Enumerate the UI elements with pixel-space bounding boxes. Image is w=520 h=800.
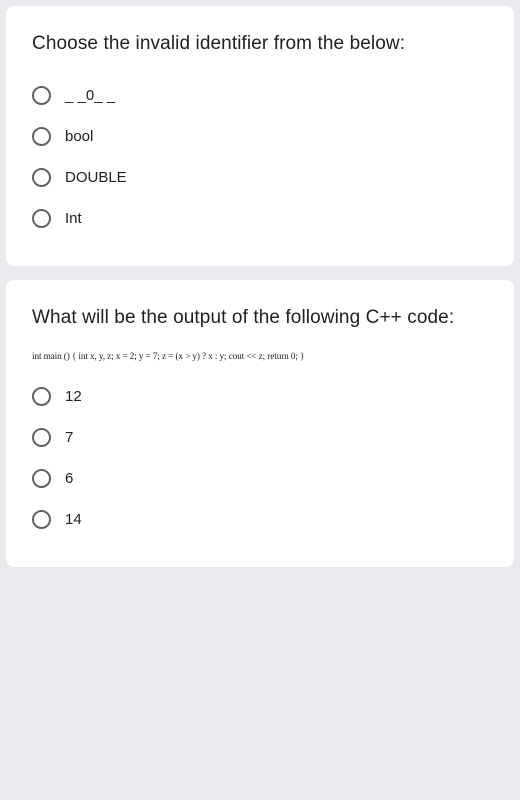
radio-icon: [32, 86, 51, 105]
q1-option-3-label: Int: [65, 210, 82, 227]
radio-icon: [32, 510, 51, 529]
q2-option-1-label: 7: [65, 429, 73, 446]
radio-icon: [32, 469, 51, 488]
question-card-1: Choose the invalid identifier from the b…: [6, 6, 514, 266]
question-card-2: What will be the output of the following…: [6, 280, 514, 568]
q1-option-3[interactable]: Int: [32, 201, 488, 236]
radio-icon: [32, 428, 51, 447]
q2-option-0-label: 12: [65, 388, 82, 405]
question-1-text: Choose the invalid identifier from the b…: [32, 30, 488, 58]
radio-icon: [32, 127, 51, 146]
q1-option-1-label: bool: [65, 128, 93, 145]
q1-option-2-label: DOUBLE: [65, 169, 127, 186]
q2-option-2-label: 6: [65, 470, 73, 487]
q1-option-0[interactable]: _ _0_ _: [32, 78, 488, 113]
q2-option-1[interactable]: 7: [32, 420, 488, 455]
question-2-text: What will be the output of the following…: [32, 304, 488, 332]
radio-icon: [32, 209, 51, 228]
q2-option-3[interactable]: 14: [32, 502, 488, 537]
q1-option-1[interactable]: bool: [32, 119, 488, 154]
q1-option-2[interactable]: DOUBLE: [32, 160, 488, 195]
radio-icon: [32, 168, 51, 187]
radio-icon: [32, 387, 51, 406]
q2-option-0[interactable]: 12: [32, 379, 488, 414]
q2-option-2[interactable]: 6: [32, 461, 488, 496]
code-snippet: int main () { int x, y, z; x = 2; y = 7;…: [32, 351, 488, 361]
q2-option-3-label: 14: [65, 511, 82, 528]
q1-option-0-label: _ _0_ _: [65, 87, 115, 104]
